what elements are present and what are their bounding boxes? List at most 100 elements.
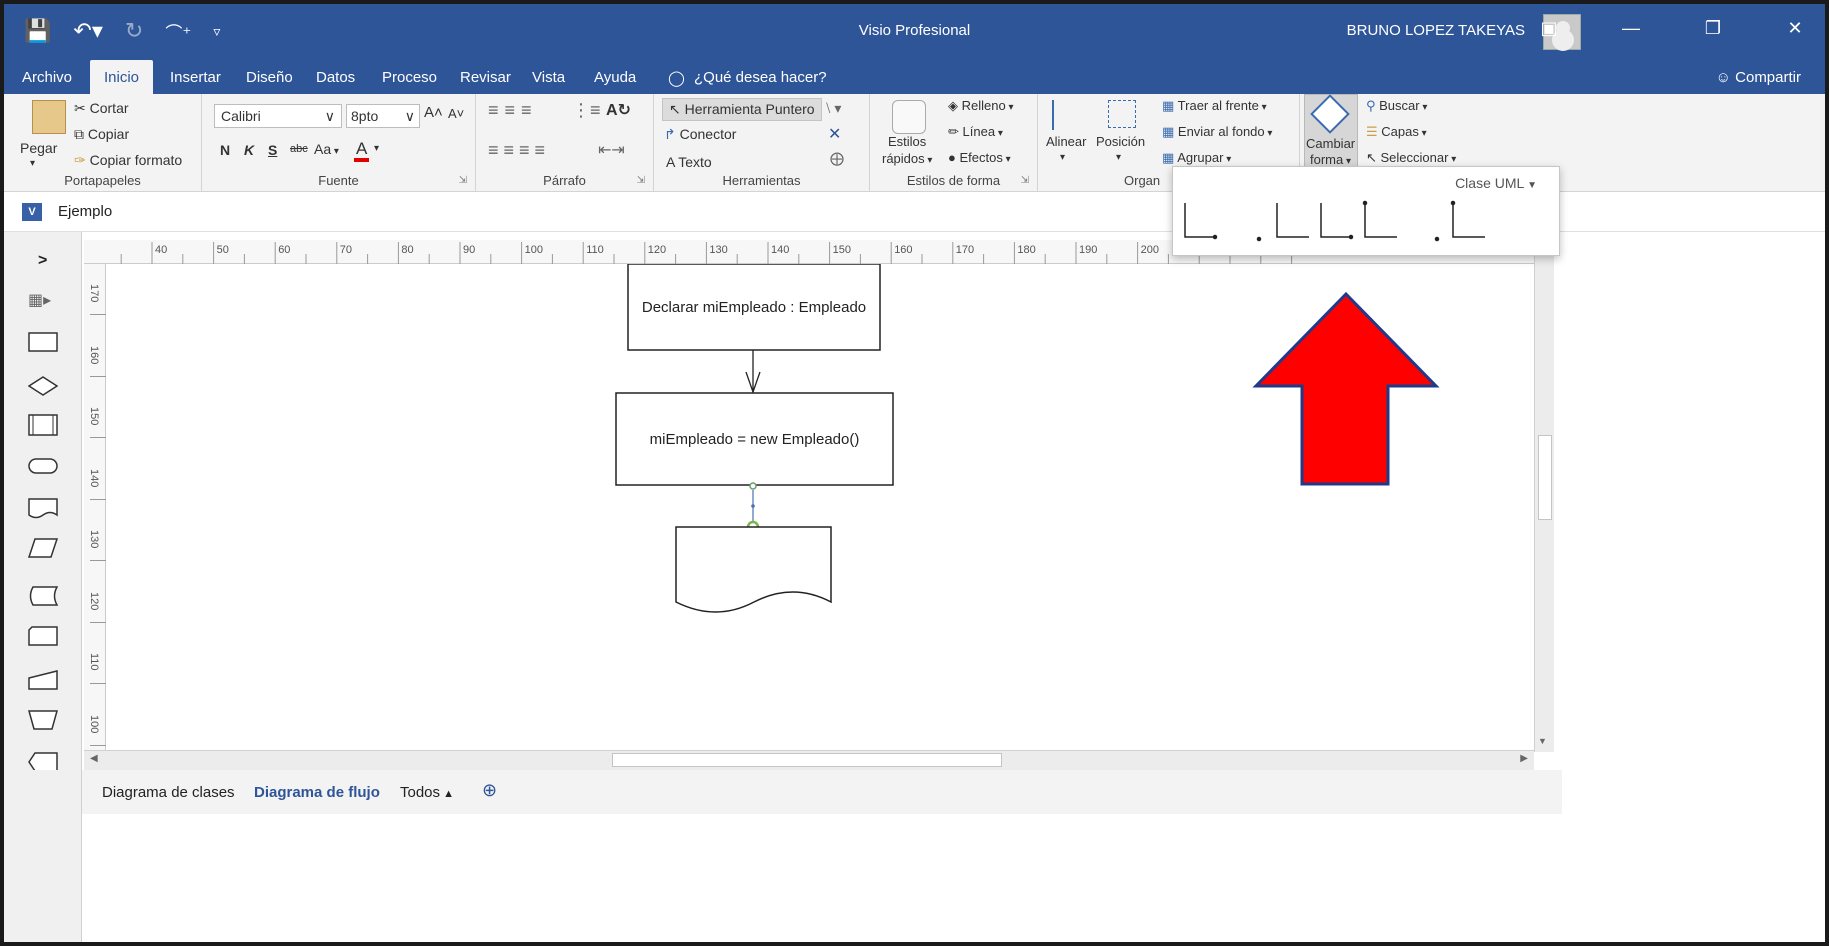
paste-button[interactable]: Pegar [20,140,57,156]
effects-button[interactable]: ● Efectos ▾ [948,150,1011,165]
shrink-font-icon[interactable]: A˅ [448,106,464,121]
quick-styles-label[interactable]: Estilos [888,134,926,149]
text-direction-icon[interactable]: A↻ [606,100,631,120]
fill-button[interactable]: ◈ Relleno ▾ [948,98,1014,114]
restore-icon[interactable]: ❐ [1693,18,1733,39]
font-color-button[interactable]: A [354,140,370,162]
card-shape-icon[interactable] [28,626,58,646]
change-case-button[interactable]: Aa ▾ [314,141,339,157]
lightbulb-icon[interactable]: ◯ [668,69,685,87]
tab-archivo[interactable]: Archivo [22,69,72,86]
display-shape-icon[interactable] [28,752,58,772]
tell-me-input[interactable]: ¿Qué desea hacer? [694,69,827,86]
dialog-launcher-icon[interactable]: ⇲ [637,175,645,186]
vertical-scroll-thumb[interactable] [1538,435,1552,520]
dialog-launcher-icon[interactable]: ⇲ [1021,175,1029,186]
gallery-shape-2[interactable] [1276,203,1309,238]
subprocess-shape-icon[interactable] [28,414,58,436]
data-shape-icon[interactable] [28,538,58,558]
grow-font-icon[interactable]: A˄ [424,104,443,121]
document-name[interactable]: Ejemplo [58,203,112,220]
page-tab-todos[interactable]: Todos ▲ [400,784,454,801]
layers-button[interactable]: ☰ Capas ▾ [1366,124,1427,140]
find-button[interactable]: ⚲ Buscar ▾ [1366,98,1427,114]
italic-button[interactable]: K [244,142,254,158]
drawing-canvas[interactable]: Declarar miEmpleado : Empleado miEmplead… [106,264,1534,750]
font-name-select[interactable]: Calibri ∨ [214,104,342,128]
minimize-icon[interactable]: — [1611,18,1651,39]
scroll-down-icon[interactable]: ▼ [1538,736,1547,746]
document-shape-icon[interactable] [28,498,58,520]
connection-point-tool-icon[interactable]: ⨁ [830,150,844,167]
page-tab-diagrama-clases[interactable]: Diagrama de clases [102,784,235,801]
bring-to-front-button[interactable]: ▦ Traer al frente ▾ [1162,98,1267,114]
bullets-icon[interactable]: ⋮≡ [572,100,601,121]
user-name[interactable]: BRUNO LOPEZ TAKEYAS [1347,22,1525,39]
ribbon-display-icon[interactable]: ▣ [1529,18,1569,39]
process-shape-icon[interactable] [28,332,58,352]
position-button[interactable]: Posición [1096,134,1145,149]
ruler-label: 190 [1079,244,1098,256]
gallery-shape-4[interactable] [1364,203,1397,238]
align-text-icons[interactable]: ≡≡≡≡ [488,140,550,161]
tab-ayuda[interactable]: Ayuda [594,69,636,86]
scroll-left-icon[interactable]: ◀ [90,753,98,764]
share-button[interactable]: ☺ Compartir [1716,69,1801,86]
select-button[interactable]: ↖ Seleccionar ▾ [1366,150,1456,166]
chevron-down-icon[interactable]: ▾ [1060,152,1065,163]
chevron-down-icon[interactable]: ▾ [1116,152,1121,163]
manual-input-shape-icon[interactable] [28,670,58,690]
tab-inicio[interactable]: Inicio [90,60,154,94]
quick-styles-icon[interactable] [892,100,926,134]
line-button[interactable]: ✏ Línea ▾ [948,124,1003,140]
gallery-shape-5[interactable] [1452,203,1485,238]
tab-vista[interactable]: Vista [532,69,565,86]
close-icon[interactable]: ✕ [1775,18,1815,39]
tab-diseno[interactable]: Diseño [246,69,293,86]
text-tool-button[interactable]: A Texto [666,154,712,170]
paste-icon[interactable] [32,100,66,134]
tab-insertar[interactable]: Insertar [170,69,221,86]
stored-data-shape-icon[interactable] [28,586,58,606]
bold-button[interactable]: N [220,142,230,158]
scroll-right-icon[interactable]: ▶ [1520,753,1528,764]
vertical-scrollbar[interactable]: ▼ [1534,240,1554,752]
pointer-tool-button[interactable]: ↖ Herramienta Puntero [662,98,822,121]
send-to-back-button[interactable]: ▦ Enviar al fondo ▾ [1162,124,1272,140]
format-painter-button[interactable]: ✑ Copiar formato [74,152,182,169]
terminator-shape-icon[interactable] [28,458,58,474]
align-icon[interactable] [1052,100,1076,130]
underline-button[interactable]: S [268,142,277,158]
align-button[interactable]: Alinear [1046,134,1086,149]
dialog-launcher-icon[interactable]: ⇲ [459,175,467,186]
position-icon[interactable] [1108,100,1136,128]
horizontal-scroll-thumb[interactable] [612,753,1002,767]
stencil-icon[interactable]: ▦▸ [28,290,51,310]
chevron-down-icon[interactable]: ▾ [30,158,35,169]
tab-proceso[interactable]: Proceso [382,69,437,86]
quick-styles-button[interactable]: rápidos ▾ [882,151,932,166]
strikethrough-button[interactable]: abc [290,143,308,155]
font-size-select[interactable]: 8pto ∨ [346,104,420,128]
decision-shape-icon[interactable] [28,376,58,396]
chevron-down-icon[interactable]: ▾ [374,143,379,154]
copy-button[interactable]: ⧉ Copiar [74,126,129,143]
add-page-icon[interactable]: ⊕ [482,780,497,801]
tab-datos[interactable]: Datos [316,69,355,86]
connector-button[interactable]: ↱ Conector [664,126,736,143]
cut-button[interactable]: ✂ Cortar [74,100,129,117]
tab-revisar[interactable]: Revisar [460,69,511,86]
document-shape[interactable] [675,526,832,613]
line-tool-icon[interactable]: ⧵ ▾ [826,100,841,117]
gallery-shape-3[interactable] [1320,203,1353,238]
align-top-icons[interactable]: ≡≡≡ [488,100,538,121]
horizontal-scrollbar[interactable]: ◀ ▶ [84,750,1534,770]
expand-panel-icon[interactable]: > [38,252,47,270]
group-button[interactable]: ▦ Agrupar ▾ [1162,150,1231,166]
close-tool-icon[interactable]: ✕ [828,124,841,144]
page-tab-diagrama-flujo[interactable]: Diagrama de flujo [254,784,380,801]
manual-operation-shape-icon[interactable] [28,710,58,730]
gallery-shape-1[interactable] [1184,203,1217,238]
bring-front-icon: ▦ [1162,98,1178,113]
indent-icons[interactable]: ⇤⇥ [598,140,625,160]
